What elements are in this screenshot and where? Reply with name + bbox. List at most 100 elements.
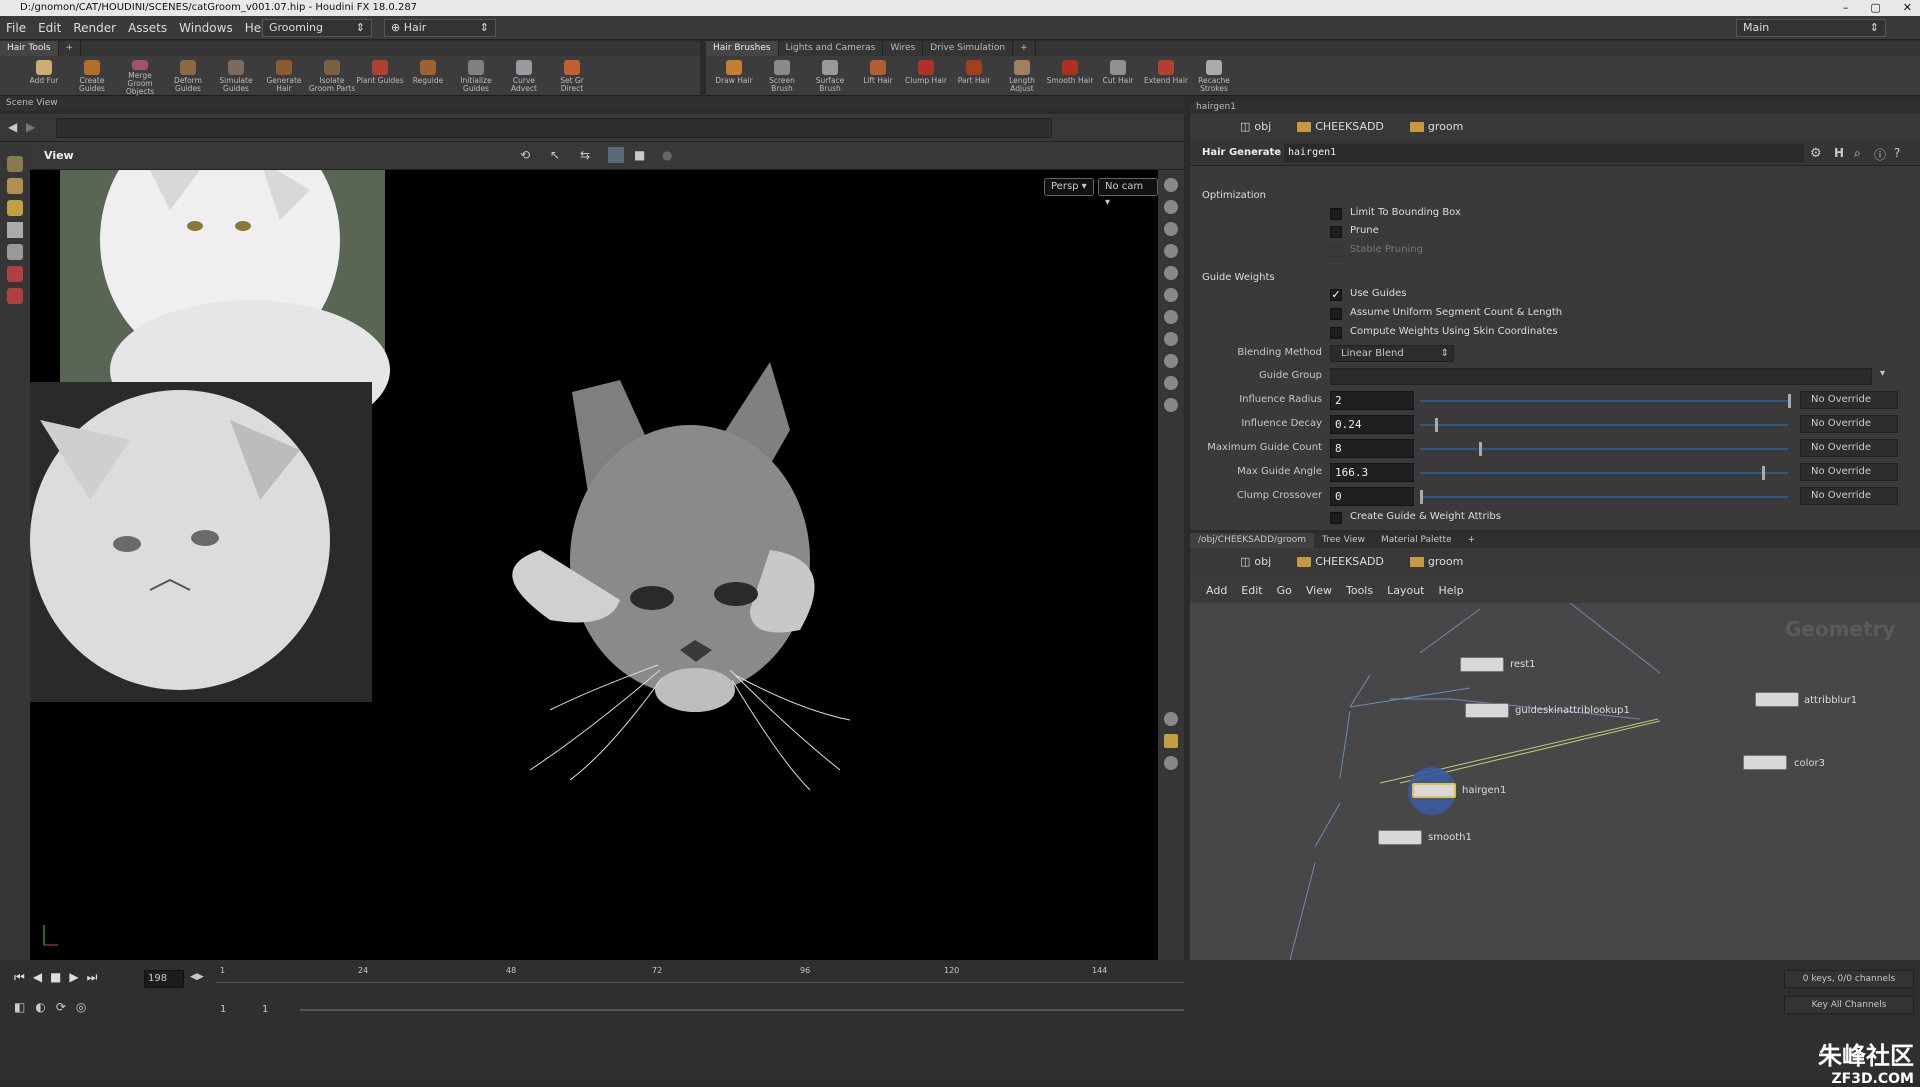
tool-curve-advect[interactable]: Curve Advect [500,56,548,96]
desktop-select[interactable]: Grooming ⇕ [262,19,372,37]
influence-radius-field[interactable]: 2 [1330,391,1414,410]
camera-icon[interactable] [1164,756,1178,770]
tool-cut-hair[interactable]: Cut Hair [1094,56,1142,96]
camera-menu[interactable]: No cam ▾ [1098,178,1158,208]
layout-icon[interactable] [1164,734,1178,748]
tool-initialize-guides[interactable]: Initialize Guides [452,56,500,96]
net-menu-add[interactable]: Add [1206,584,1227,597]
net-menu-go[interactable]: Go [1277,584,1292,597]
pointer-icon[interactable] [7,222,23,238]
minimize-button[interactable]: – [1843,0,1849,16]
menu-render[interactable]: Render [67,21,122,35]
record-icon[interactable]: ● [662,148,672,162]
network-editor[interactable]: Geometry rest1 guideskinattriblookup1 at… [1190,603,1920,960]
tool-screen-brush[interactable]: Screen Brush [758,56,806,96]
lock-icon[interactable] [7,244,23,260]
crumb-groom[interactable]: groom [1428,120,1463,133]
tab-hair-tools[interactable]: Hair Tools [0,41,59,56]
display-mode-icon[interactable] [608,147,624,163]
move-icon[interactable] [7,178,23,194]
influence-radius-override[interactable]: No Override [1800,391,1898,409]
max-guide-angle-field[interactable]: 166.3 [1330,463,1414,482]
tool-deform-guides[interactable]: Deform Guides [164,56,212,96]
question-icon[interactable]: ? [1894,146,1900,160]
normal-icon[interactable] [1164,332,1178,346]
assume-uniform-checkbox[interactable] [1330,308,1342,320]
tool-isolate-groom[interactable]: Isolate Groom Parts [308,56,356,96]
realtime-icon[interactable]: ◎ [76,1000,86,1014]
forward-arrow-icon[interactable]: ▶ [26,120,35,134]
crumb-obj[interactable]: obj [1254,555,1271,568]
geometry-icon[interactable] [1164,354,1178,368]
play-reverse-icon[interactable]: ◀ [33,970,42,985]
scene-path-field[interactable] [56,118,1052,138]
lock-icon[interactable] [1164,222,1178,236]
node-smooth1[interactable] [1378,830,1422,845]
add-shelf-tab-icon[interactable]: + [1013,41,1036,56]
dropdown-arrow-icon[interactable]: ▾ [1880,368,1885,379]
camera-tumble-icon[interactable]: ⟲ [520,148,530,162]
node-attribblur1[interactable] [1755,692,1799,707]
menu-edit[interactable]: Edit [32,21,67,35]
tool-smooth-hair[interactable]: Smooth Hair [1046,56,1094,96]
shading-icon[interactable] [1164,266,1178,280]
tab-tree-view[interactable]: Tree View [1314,533,1373,548]
back-arrow-icon[interactable]: ◀ [8,120,17,134]
lighting-icon[interactable] [1164,244,1178,258]
crumb-obj[interactable]: obj [1254,120,1271,133]
stable-pruning-checkbox[interactable] [1330,245,1342,257]
context-select[interactable]: ⊕ Hair ⇕ [384,19,496,37]
tab-wires[interactable]: Wires [883,41,924,56]
perspective-menu[interactable]: Persp ▾ [1044,178,1094,196]
tool-simulate-guides[interactable]: Simulate Guides [212,56,260,96]
tab-lights-cameras[interactable]: Lights and Cameras [779,41,884,56]
tool-lift-hair[interactable]: Lift Hair [854,56,902,96]
keys-status[interactable]: 0 keys, 0/0 channels [1784,970,1914,988]
tab-material-palette[interactable]: Material Palette [1373,533,1460,548]
max-guide-count-override[interactable]: No Override [1800,439,1898,457]
add-shelf-tab-icon[interactable]: + [59,41,82,56]
gear-icon[interactable]: ⚙ [1810,146,1822,161]
limit-bbox-checkbox[interactable] [1330,208,1342,220]
light-bulb-icon[interactable] [1164,288,1178,302]
slider-knob[interactable] [1420,490,1423,504]
info-icon[interactable] [1164,712,1178,726]
tab-hairgen1[interactable]: hairgen1 [1196,102,1236,112]
audio-icon[interactable]: ◧ [14,1000,25,1014]
jump-end-icon[interactable]: ⏭ [87,970,98,985]
tool-plant-guides[interactable]: Plant Guides [356,56,404,96]
tool-part-hair[interactable]: Part Hair [950,56,998,96]
ghost-icon[interactable] [1164,200,1178,214]
net-menu-layout[interactable]: Layout [1387,584,1424,597]
influence-radius-slider[interactable] [1420,394,1791,408]
add-tab-icon[interactable]: + [1460,533,1484,548]
influence-decay-slider[interactable] [1420,418,1788,432]
menu-assets[interactable]: Assets [122,21,173,35]
skin-coords-checkbox[interactable] [1330,327,1342,339]
prune-checkbox[interactable] [1330,226,1342,238]
clump-crossover-field[interactable]: 0 [1330,487,1414,506]
create-attribs-checkbox[interactable] [1330,512,1342,524]
use-guides-checkbox[interactable]: ✓ [1330,289,1342,301]
info-icon[interactable]: ⓘ [1874,146,1886,163]
help-h-icon[interactable]: H [1834,146,1844,160]
node-hairgen1[interactable] [1412,783,1456,798]
range-start[interactable]: 1 [220,1004,226,1015]
tool-generate-hair[interactable]: Generate Hair [260,56,308,96]
jump-start-icon[interactable]: ⏮ [14,970,25,985]
point-icon[interactable] [1164,310,1178,324]
tab-scene-view[interactable]: Scene View [6,98,58,108]
net-menu-help[interactable]: Help [1439,584,1464,597]
node-color3[interactable] [1743,755,1787,770]
search-icon[interactable]: ⌕ [1854,146,1861,161]
key-all-channels-button[interactable]: Key All Channels [1784,996,1914,1014]
node-name-field[interactable]: hairgen1 [1284,144,1804,162]
crumb-cheeksadd[interactable]: CHEEKSADD [1315,120,1384,133]
slider-knob[interactable] [1434,418,1438,432]
menu-file[interactable]: File [0,21,32,35]
tab-groom-path[interactable]: /obj/CHEEKSADD/groom [1190,533,1315,548]
net-menu-tools[interactable]: Tools [1346,584,1373,597]
max-guide-count-slider[interactable] [1420,442,1788,456]
slider-knob[interactable] [1762,466,1766,480]
select-tool-icon[interactable]: ↖ [550,148,560,162]
